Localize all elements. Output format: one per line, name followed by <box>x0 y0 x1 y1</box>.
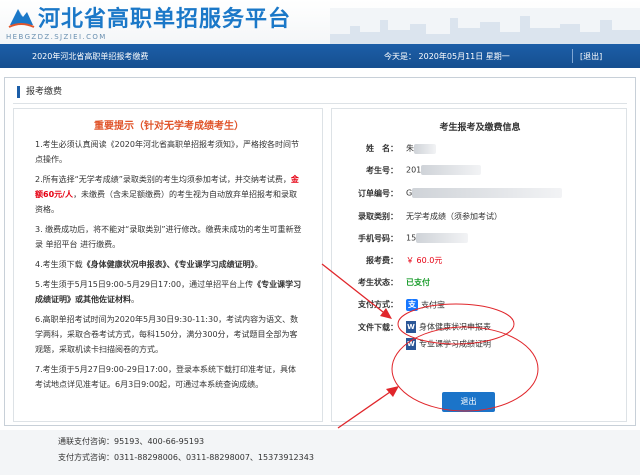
exam-no-label: 考生号： <box>366 166 398 175</box>
main-panel: 报考缴费 重要提示（针对无学考成绩考生） 1.考生必须认真阅读《2020年河北省… <box>4 77 636 426</box>
row-order-no: 订单编号： G <box>332 186 628 200</box>
divider <box>572 49 573 63</box>
skyline-decoration <box>330 8 640 44</box>
files-label: 文件下载： <box>358 323 398 332</box>
date-text: 今天是： 2020年05月11日 星期一 <box>384 52 510 61</box>
row-phone: 手机号码： 15 <box>332 231 628 245</box>
site-header: 河北省高职单招服务平台 HEBGZDZ.SJZIEI.COM <box>0 0 640 44</box>
pay-method-value: 支支付宝 <box>406 299 445 311</box>
notice-text: 4.考生须下载 <box>35 260 83 269</box>
pay-method-label: 支付方式： <box>358 300 398 309</box>
row-exam-no: 考生号： 201 <box>332 163 628 177</box>
row-status: 考生状态： 已支付 <box>332 275 628 289</box>
notice-text: 。 <box>254 260 263 269</box>
name-label: 姓 名： <box>366 144 398 153</box>
footer-payment-line: 支付方式咨询：0311-88298006、0311-88298007、15373… <box>58 453 314 462</box>
notice-item: 4.考生须下载《身体健康状况申报表》、《专业课学习成绩证明》。 <box>35 257 303 272</box>
notice-box: 重要提示（针对无学考成绩考生） 1.考生必须认真阅读《2020年河北省高职单招报… <box>13 108 323 422</box>
site-title: 河北省高职单招服务平台 <box>38 7 292 32</box>
phone-label: 手机号码： <box>358 234 398 243</box>
info-box: 考生报考及缴费信息 姓 名： 朱 考生号： 201 订单编号： G 录取类别： … <box>331 108 627 422</box>
status-badge: 已支付 <box>406 278 430 287</box>
footer: 通联支付咨询：95193、400-66-95193 支付方式咨询：0311-88… <box>0 430 640 475</box>
site-domain: HEBGZDZ.SJZIEI.COM <box>6 33 107 41</box>
notice-text: ，未缴费（含未足额缴费）的考生视为自动放弃单招报考和录取资格。 <box>35 190 298 214</box>
notice-title: 重要提示（针对无学考成绩考生） <box>94 121 244 132</box>
word-icon: W <box>406 338 416 350</box>
file-link-health-form[interactable]: W 身体健康状况申报表 <box>406 321 491 333</box>
word-icon: W <box>406 321 416 333</box>
notice-item: 5.考生须于5月15日9:00-5月29日17:00，通过单招平台上传《专业课学… <box>35 277 303 307</box>
section-title: 报考缴费 <box>17 86 62 98</box>
category-value: 无学考成绩（须参加考试） <box>406 212 502 221</box>
alipay-icon: 支 <box>406 299 418 311</box>
category-label: 录取类别： <box>358 212 398 221</box>
notice-text: 5.考生须于5月15日9:00-5月29日17:00，通过单招平台上传 <box>35 280 254 289</box>
notice-text: 2.所有选择“无学考成绩”录取类别的考生均须参加考试，并交纳考试费， <box>35 175 291 184</box>
exam-no-value: 201 <box>406 165 482 175</box>
row-name: 姓 名： 朱 <box>332 141 628 155</box>
row-fee: 报考费： ￥ 60.0元 <box>332 253 628 267</box>
notice-bold: 《身体健康状况申报表》、《专业课学习成绩证明》 <box>82 260 255 269</box>
footer-support-line: 通联支付咨询：95193、400-66-95193 <box>58 437 205 446</box>
name-value: 朱 <box>406 143 436 154</box>
info-title: 考生报考及缴费信息 <box>439 123 521 133</box>
row-pay-method: 支付方式： 支支付宝 <box>332 297 628 311</box>
order-no-value: G <box>406 188 563 198</box>
notice-item: 2.所有选择“无学考成绩”录取类别的考生均须参加考试，并交纳考试费，金额60元/… <box>35 172 303 217</box>
logo-icon <box>8 9 35 28</box>
fee-label: 报考费： <box>366 256 398 265</box>
divider <box>13 103 627 104</box>
order-no-label: 订单编号： <box>358 189 398 198</box>
top-nav-bar: 2020年河北省高职单招报考缴费 今天是： 2020年05月11日 星期一 [退… <box>0 44 640 68</box>
logout-link[interactable]: [退出] <box>580 51 602 62</box>
exit-button[interactable]: 退出 <box>442 392 495 412</box>
notice-body: 1.考生必须认真阅读《2020年河北省高职单招报考须知》，严格按各时间节点操作。… <box>35 137 303 397</box>
phone-value: 15 <box>406 233 469 243</box>
notice-item: 3. 缴费成功后，将不能对“录取类别”进行修改。缴费未成功的考生可重新登录 单招… <box>35 225 302 249</box>
fee-value: ￥ 60.0元 <box>406 256 443 265</box>
notice-item: 7.考生须于5月27日9:00-29日17:00，登录本系统下载打印准考证，具体… <box>35 365 296 389</box>
notice-item: 6.高职单招考试时间为2020年5月30日9:30-11:30，考试内容为语文、… <box>35 315 299 354</box>
page-title: 2020年河北省高职单招报考缴费 <box>32 52 149 61</box>
notice-item: 1.考生必须认真阅读《2020年河北省高职单招报考须知》，严格按各时间节点操作。 <box>35 140 299 164</box>
file-link-grade-proof[interactable]: W 专业课学习成绩证明 <box>406 338 491 350</box>
row-category: 录取类别： 无学考成绩（须参加考试） <box>332 209 628 223</box>
status-label: 考生状态： <box>358 278 398 287</box>
notice-text: 。 <box>131 295 139 304</box>
